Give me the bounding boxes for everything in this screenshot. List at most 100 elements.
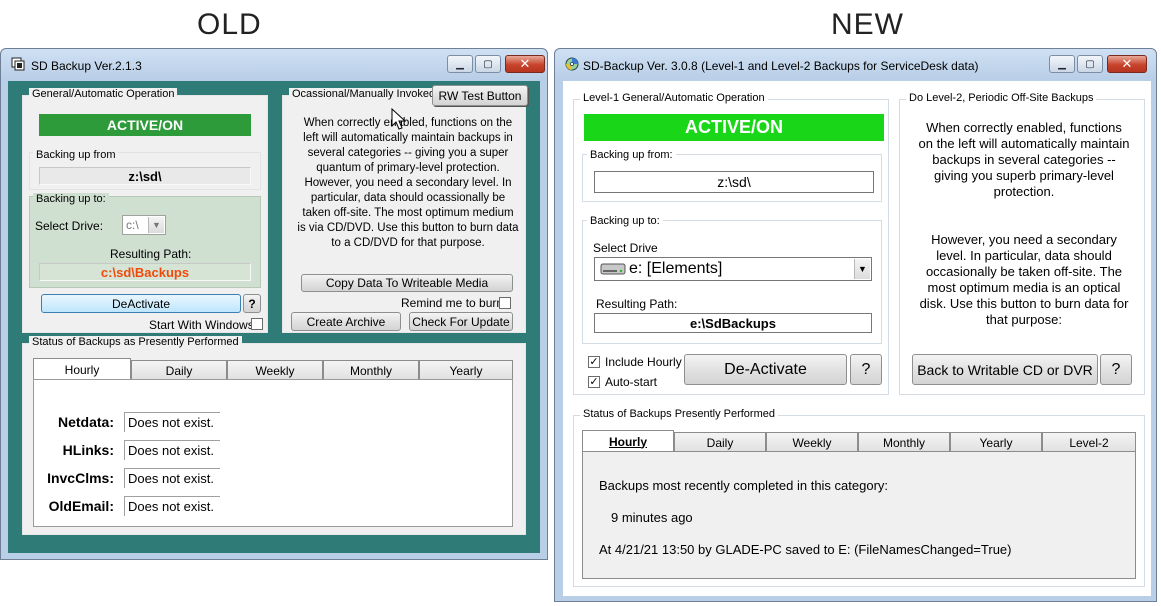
old-start-with-windows-checkbox[interactable] xyxy=(251,318,263,330)
new-tab-yearly[interactable]: Yearly xyxy=(950,432,1042,452)
old-remind-checkbox[interactable] xyxy=(499,297,511,309)
new-tab-monthly[interactable]: Monthly xyxy=(858,432,950,452)
old-minimize-button[interactable]: ▁ xyxy=(447,55,473,73)
old-close-button[interactable]: ✕ xyxy=(505,55,545,73)
old-copy-data-button[interactable]: Copy Data To Writeable Media xyxy=(301,274,513,292)
new-status-group: Status of Backups Presently Performed Ho… xyxy=(573,408,1145,587)
new-level2-description-2: However, you need a secondary level. In … xyxy=(919,232,1129,327)
new-deactivate-button[interactable]: De-Activate xyxy=(684,354,847,385)
chevron-down-icon: ▼ xyxy=(148,217,164,233)
new-backing-from-label: Backing up from: xyxy=(587,149,676,161)
maximize-icon: ▢ xyxy=(1085,58,1095,70)
new-heading: NEW xyxy=(831,8,904,41)
old-tab-monthly[interactable]: Monthly xyxy=(323,360,419,380)
hard-drive-icon xyxy=(600,263,626,275)
old-tab-yearly[interactable]: Yearly xyxy=(419,360,513,380)
new-resulting-path-label: Resulting Path: xyxy=(596,297,678,311)
old-status-legend: Status of Backups as Presently Performed xyxy=(29,336,242,348)
old-occasional-legend: Ocassional/Manually Invoked xyxy=(289,88,439,100)
old-general-legend: General/Automatic Operation xyxy=(29,88,178,100)
new-tab-weekly[interactable]: Weekly xyxy=(766,432,858,452)
old-maximize-button[interactable]: ▢ xyxy=(475,55,501,73)
new-resulting-path-field: e:\SdBackups xyxy=(594,313,872,333)
old-tab-weekly[interactable]: Weekly xyxy=(227,360,323,380)
new-tab-daily[interactable]: Daily xyxy=(674,432,766,452)
old-client-area: General/Automatic Operation ACTIVE/ON Ba… xyxy=(8,81,540,553)
new-maximize-button[interactable]: ▢ xyxy=(1077,55,1103,73)
old-tab-hourly[interactable]: Hourly xyxy=(33,358,131,380)
old-status-value-netdata: Does not exist. xyxy=(124,412,220,432)
new-titlebar[interactable]: SD-Backup Ver. 3.0.8 (Level-1 and Level-… xyxy=(555,49,1156,81)
old-resulting-path-label: Resulting Path: xyxy=(110,247,192,261)
new-status-line-2: 9 minutes ago xyxy=(611,510,693,525)
new-close-button[interactable]: ✕ xyxy=(1107,55,1147,73)
old-check-update-button[interactable]: Check For Update xyxy=(409,312,513,331)
old-drive-select[interactable]: c:\ ▼ xyxy=(122,215,166,235)
old-status-name-oldemail: OldEmail: xyxy=(48,498,114,514)
old-backing-from-label: Backing up from xyxy=(33,149,119,161)
old-help-button[interactable]: ? xyxy=(243,294,261,313)
new-tab-level2[interactable]: Level-2 xyxy=(1042,432,1136,452)
close-icon: ✕ xyxy=(1121,56,1133,71)
old-status-name-invcclms: InvcClms: xyxy=(47,470,114,486)
old-backing-from-group: Backing up from z:\sd\ xyxy=(29,149,261,190)
new-minimize-button[interactable]: ▁ xyxy=(1049,55,1075,73)
old-start-with-windows-label: Start With Windows xyxy=(149,318,254,332)
old-create-archive-button[interactable]: Create Archive xyxy=(291,312,401,331)
old-status-value-oldemail: Does not exist. xyxy=(124,496,220,516)
old-window-title: SD Backup Ver.2.1.3 xyxy=(31,59,142,73)
old-heading: OLD xyxy=(197,8,262,41)
old-rw-test-button[interactable]: RW Test Button xyxy=(432,85,528,106)
old-drive-value: c:\ xyxy=(126,218,139,232)
new-backing-from-field: z:\sd\ xyxy=(594,171,874,193)
minimize-icon: ▁ xyxy=(456,58,464,70)
new-auto-start-checkbox[interactable]: ✓ xyxy=(588,376,600,388)
new-backing-from-group: Backing up from: z:\sd\ xyxy=(582,149,882,202)
old-backing-from-field: z:\sd\ xyxy=(39,167,251,185)
mouse-cursor-icon xyxy=(391,108,407,130)
new-tab-hourly[interactable]: Hourly xyxy=(582,430,674,452)
old-app-window: SD Backup Ver.2.1.3 ▁ ▢ ✕ General/Automa… xyxy=(0,48,548,560)
old-status-name-netdata: Netdata: xyxy=(57,414,114,430)
old-backing-to-group: Backing up to: Select Drive: c:\ ▼ Resul… xyxy=(29,193,261,288)
new-status-line-3: At 4/21/21 13:50 by GLADE-PC saved to E:… xyxy=(599,542,1012,557)
backup-app-icon xyxy=(11,57,25,71)
chevron-down-icon: ▼ xyxy=(854,259,870,279)
old-backing-to-label: Backing up to: xyxy=(33,193,109,205)
old-active-status: ACTIVE/ON xyxy=(39,114,251,136)
new-drive-select[interactable]: e: [Elements] ▼ xyxy=(594,257,872,281)
old-status-group: Status of Backups as Presently Performed… xyxy=(22,336,526,535)
old-tab-page: Netdata: Does not exist. HLinks: Does no… xyxy=(33,379,513,527)
new-level2-help-button[interactable]: ? xyxy=(1100,354,1132,385)
old-status-value-hlinks: Does not exist. xyxy=(124,440,220,460)
new-level2-group: Do Level-2, Periodic Off-Site Backups Wh… xyxy=(899,92,1145,395)
old-tab-daily[interactable]: Daily xyxy=(131,360,227,380)
maximize-icon: ▢ xyxy=(483,58,493,70)
new-client-area: Level-1 General/Automatic Operation ACTI… xyxy=(563,81,1151,596)
new-include-hourly-checkbox[interactable]: ✓ xyxy=(588,356,600,368)
new-auto-start-label: Auto-start xyxy=(605,375,658,389)
new-window-title: SD-Backup Ver. 3.0.8 (Level-1 and Level-… xyxy=(583,59,979,73)
new-level2-description-1: When correctly enabled, functions on the… xyxy=(918,120,1130,199)
old-occasional-description: When correctly enabled, functions on the… xyxy=(297,117,519,249)
old-remind-label: Remind me to burn xyxy=(401,296,504,310)
new-active-status: ACTIVE/ON xyxy=(584,114,884,141)
old-status-value-invcclms: Does not exist. xyxy=(124,468,220,488)
new-back-to-writable-button[interactable]: Back to Writable CD or DVR xyxy=(912,354,1098,385)
new-tab-page: Backups most recently completed in this … xyxy=(582,451,1136,579)
new-drive-value: e: [Elements] xyxy=(629,260,723,277)
new-level1-legend: Level-1 General/Automatic Operation xyxy=(580,92,768,104)
new-select-drive-label: Select Drive xyxy=(593,241,658,255)
old-titlebar[interactable]: SD Backup Ver.2.1.3 ▁ ▢ ✕ xyxy=(1,49,547,81)
new-status-legend: Status of Backups Presently Performed xyxy=(580,408,778,420)
minimize-icon: ▁ xyxy=(1058,58,1066,70)
new-backing-to-label: Backing up to: xyxy=(587,215,663,227)
new-status-line-1: Backups most recently completed in this … xyxy=(599,478,889,493)
old-resulting-path-field: c:\sd\Backups xyxy=(39,263,251,281)
old-deactivate-button[interactable]: DeActivate xyxy=(41,294,241,313)
new-app-window: SD-Backup Ver. 3.0.8 (Level-1 and Level-… xyxy=(554,48,1157,602)
cd-disc-icon xyxy=(565,57,579,71)
new-level1-help-button[interactable]: ? xyxy=(850,354,882,385)
old-status-name-hlinks: HLinks: xyxy=(62,442,114,458)
close-icon: ✕ xyxy=(519,56,531,71)
